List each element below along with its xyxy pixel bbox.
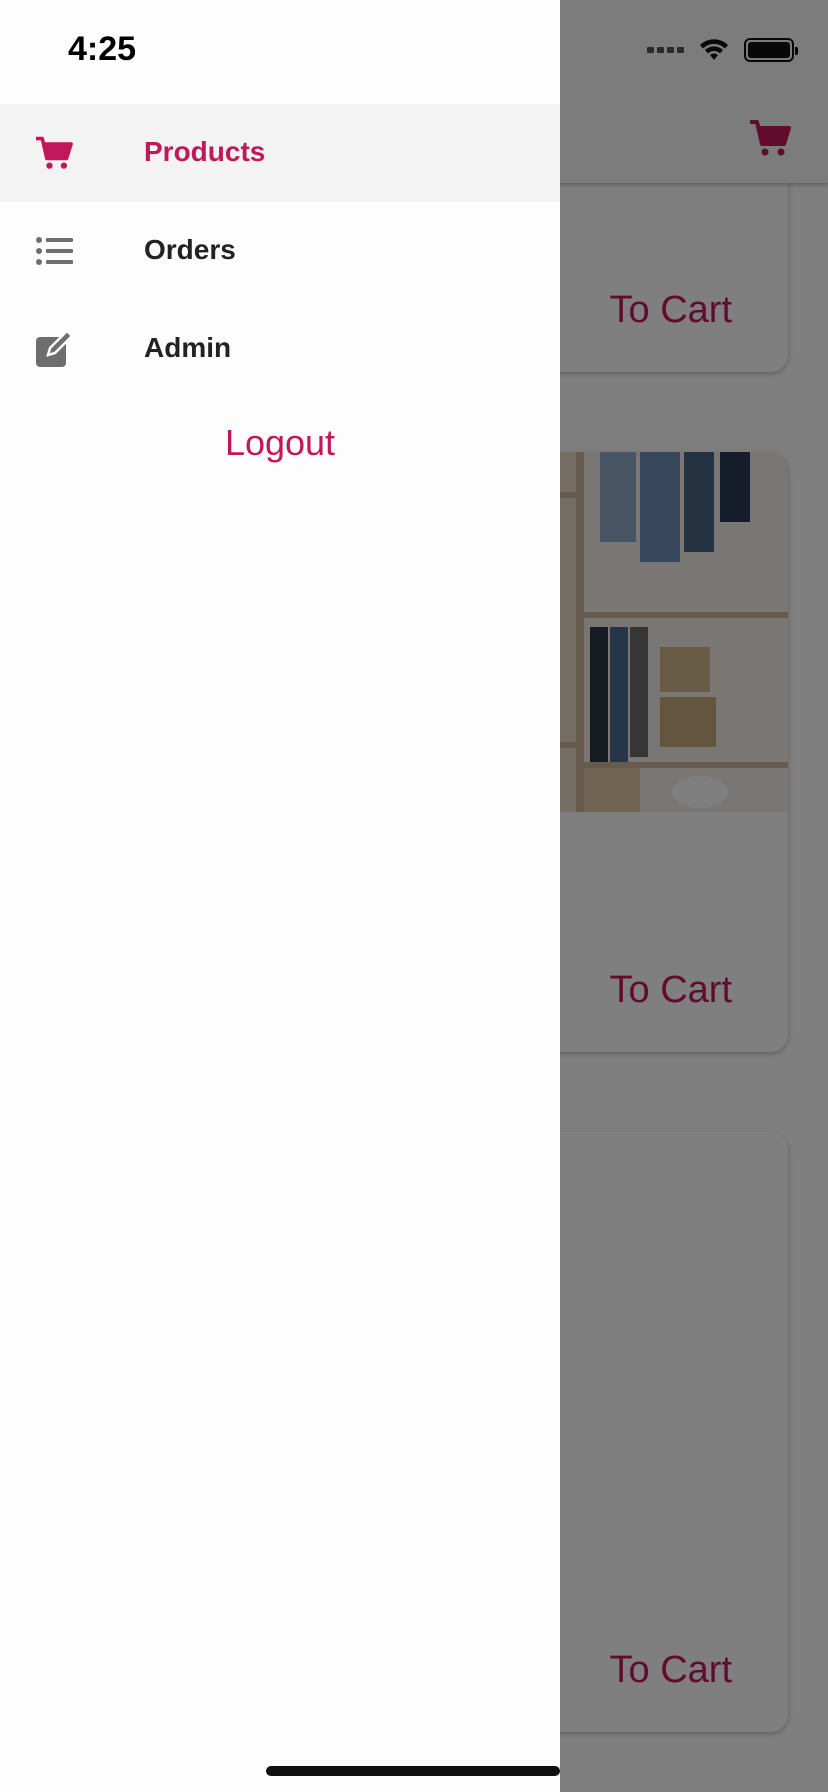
navigation-drawer: 4:25 Products Orders Admin Logout	[0, 0, 560, 1792]
drawer-item-orders[interactable]: Orders	[0, 202, 560, 300]
status-time: 4:25	[68, 30, 137, 68]
drawer-item-products[interactable]: Products	[0, 104, 560, 202]
edit-icon	[34, 329, 74, 369]
home-indicator[interactable]	[266, 1766, 560, 1776]
logout-button[interactable]: Logout	[0, 422, 560, 464]
drawer-item-label: Products	[144, 136, 266, 167]
drawer-item-label: Orders	[144, 234, 236, 265]
drawer-item-label: Admin	[144, 332, 232, 363]
cart-icon	[34, 133, 74, 173]
drawer-item-admin[interactable]: Admin	[0, 300, 560, 398]
list-icon	[34, 231, 74, 271]
